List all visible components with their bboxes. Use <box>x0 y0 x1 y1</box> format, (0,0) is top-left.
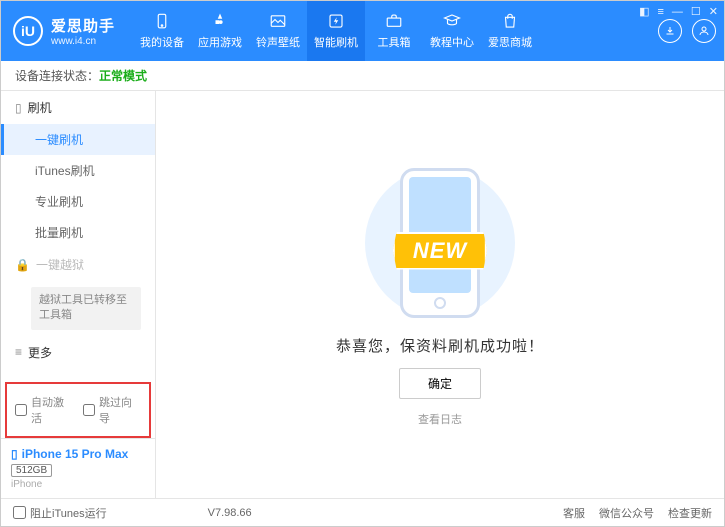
device-storage: 512GB <box>11 464 52 477</box>
sidebar-item-pro-flash[interactable]: 专业刷机 <box>1 186 155 217</box>
sidebar-group-more[interactable]: ≡ 更多 <box>1 336 155 369</box>
sidebar-group-jailbreak: 🔒 一键越狱 <box>1 248 155 281</box>
sidebar-item-one-click-flash[interactable]: 一键刷机 <box>1 124 155 155</box>
nav-ringtones[interactable]: 铃声壁纸 <box>249 1 307 61</box>
store-icon <box>501 12 519 30</box>
toolbox-icon <box>385 12 403 30</box>
sidebar-item-other-tools[interactable]: 其他工具 <box>1 369 155 378</box>
phone-icon: ▯ <box>15 101 22 115</box>
sidebar-group-flash[interactable]: ▯ 刷机 <box>1 91 155 124</box>
skin-icon[interactable]: ◧ <box>639 5 649 18</box>
download-button[interactable] <box>658 19 682 43</box>
nav-toolbox[interactable]: 工具箱 <box>365 1 423 61</box>
image-icon <box>269 12 287 30</box>
view-log-link[interactable]: 查看日志 <box>418 411 462 427</box>
status-prefix: 设备连接状态： <box>15 67 99 84</box>
success-illustration: NEW <box>330 163 550 323</box>
lock-icon: 🔒 <box>15 258 30 272</box>
app-title: 爱思助手 <box>51 15 115 36</box>
sidebar-item-itunes-flash[interactable]: iTunes刷机 <box>1 155 155 186</box>
footer-link-update[interactable]: 检查更新 <box>668 505 712 521</box>
app-header: iU 爱思助手 www.i4.cn 我的设备 应用游戏 铃声壁纸 智能刷机 工具… <box>1 1 724 61</box>
nav-smart-flash[interactable]: 智能刷机 <box>307 1 365 61</box>
new-ribbon: NEW <box>393 232 487 270</box>
checkbox-block-itunes[interactable]: 阻止iTunes运行 <box>13 505 107 521</box>
nav-my-device[interactable]: 我的设备 <box>133 1 191 61</box>
device-small-icon: ▯ <box>11 447 18 461</box>
flash-icon <box>327 12 345 30</box>
header-right-icons <box>658 19 716 43</box>
footer-link-wechat[interactable]: 微信公众号 <box>599 505 654 521</box>
logo-block: iU 爱思助手 www.i4.cn <box>13 15 115 47</box>
tutorial-icon <box>443 12 461 30</box>
sidebar-item-batch-flash[interactable]: 批量刷机 <box>1 217 155 248</box>
status-mode: 正常模式 <box>99 67 147 84</box>
menu-icon[interactable]: ≡ <box>657 6 663 18</box>
device-info: ▯ iPhone 15 Pro Max 512GB iPhone <box>1 438 155 498</box>
window-controls: ◧ ≡ — ☐ ✕ <box>639 5 718 18</box>
checkbox-auto-activate[interactable]: 自动激活 <box>15 394 73 426</box>
version-label: V7.98.66 <box>208 507 252 519</box>
jailbreak-note: 越狱工具已转移至工具箱 <box>31 287 141 330</box>
nav-store[interactable]: 爱思商城 <box>481 1 539 61</box>
device-type: iPhone <box>11 479 145 490</box>
more-icon: ≡ <box>15 345 22 359</box>
nav-apps[interactable]: 应用游戏 <box>191 1 249 61</box>
user-button[interactable] <box>692 19 716 43</box>
device-icon <box>153 12 171 30</box>
ok-button[interactable]: 确定 <box>399 368 481 399</box>
top-nav: 我的设备 应用游戏 铃声壁纸 智能刷机 工具箱 教程中心 爱思商城 <box>133 1 539 61</box>
footer: 阻止iTunes运行 V7.98.66 客服 微信公众号 检查更新 <box>1 498 724 526</box>
footer-link-support[interactable]: 客服 <box>563 505 585 521</box>
success-message: 恭喜您，保资料刷机成功啦！ <box>336 335 544 356</box>
minimize-icon[interactable]: — <box>672 6 683 18</box>
maximize-icon[interactable]: ☐ <box>691 5 701 18</box>
nav-tutorials[interactable]: 教程中心 <box>423 1 481 61</box>
logo-icon: iU <box>13 16 43 46</box>
checkbox-skip-guide[interactable]: 跳过向导 <box>83 394 141 426</box>
main-content: NEW 恭喜您，保资料刷机成功啦！ 确定 查看日志 <box>156 91 724 498</box>
device-name[interactable]: ▯ iPhone 15 Pro Max <box>11 447 145 461</box>
app-url: www.i4.cn <box>51 36 115 47</box>
apps-icon <box>211 12 229 30</box>
status-bar: 设备连接状态： 正常模式 <box>1 61 724 91</box>
close-icon[interactable]: ✕ <box>709 5 718 18</box>
activation-options: 自动激活 跳过向导 <box>5 382 151 438</box>
sidebar: ▯ 刷机 一键刷机 iTunes刷机 专业刷机 批量刷机 🔒 一键越狱 越狱工具… <box>1 91 156 498</box>
